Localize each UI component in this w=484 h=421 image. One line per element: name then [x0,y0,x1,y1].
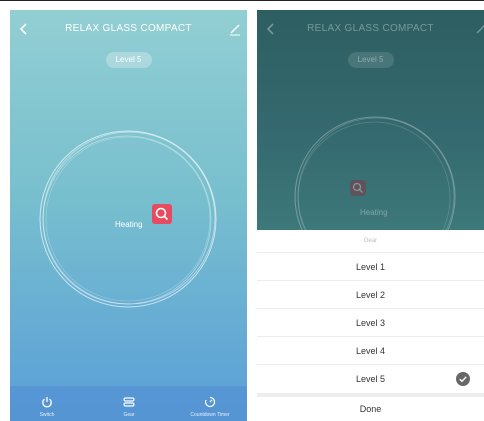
dimmed-search-icon [350,180,366,196]
level-badge: Level 5 [105,52,152,68]
level-option-3[interactable]: Level 3 [257,308,484,337]
sheet-title: Gear [363,238,378,244]
page-title: RELAX GLASS COMPACT [65,23,192,34]
done-button[interactable]: Done [257,397,484,421]
level-option-5-label: Level 5 [355,374,386,384]
level-option-4[interactable]: Level 4 [257,336,484,365]
dimmed-header: RELAX GLASS COMPACT [257,10,484,44]
device-screen: RELAX GLASS COMPACT Level 5 Heating Swit… [10,10,247,421]
back-icon[interactable] [15,20,33,38]
power-icon [42,397,52,408]
edit-icon [476,25,484,34]
bottom-toolbar: Switch Gear Countdown Timer [10,386,247,421]
app-header: RELAX GLASS COMPACT [10,10,247,44]
switch-label: Switch [39,412,55,418]
gear-sheet: Gear Level 1 Level 2 Level 3 Level 4 Lev… [257,230,484,421]
level-option-5[interactable]: Level 5 [257,364,484,393]
gear-picker-screen: RELAX GLASS COMPACT Level 5 Heating Gear… [257,10,484,421]
status-label: Heating [115,220,143,229]
dimmed-title: RELAX GLASS COMPACT [307,23,434,34]
timer-label: Countdown Timer [190,412,230,418]
search-icon[interactable] [152,204,172,224]
top-border [0,0,484,1]
timer-icon [204,396,216,408]
timer-tab[interactable]: Countdown Timer [175,386,245,421]
level-option-1[interactable]: Level 1 [257,252,484,281]
gear-label: Gear [123,412,135,418]
level-option-2[interactable]: Level 2 [257,280,484,309]
checkmark-icon [456,372,470,386]
dimmed-background[interactable]: RELAX GLASS COMPACT Level 5 Heating [257,10,484,278]
heating-ring [39,130,217,308]
gear-stack-icon [123,397,135,407]
dimmed-status-label: Heating [360,208,388,217]
back-icon [266,23,274,35]
edit-icon[interactable] [226,20,244,38]
switch-tab[interactable]: Switch [12,386,82,421]
gear-tab[interactable]: Gear [94,386,164,421]
dimmed-level-badge: Level 5 [347,52,394,68]
